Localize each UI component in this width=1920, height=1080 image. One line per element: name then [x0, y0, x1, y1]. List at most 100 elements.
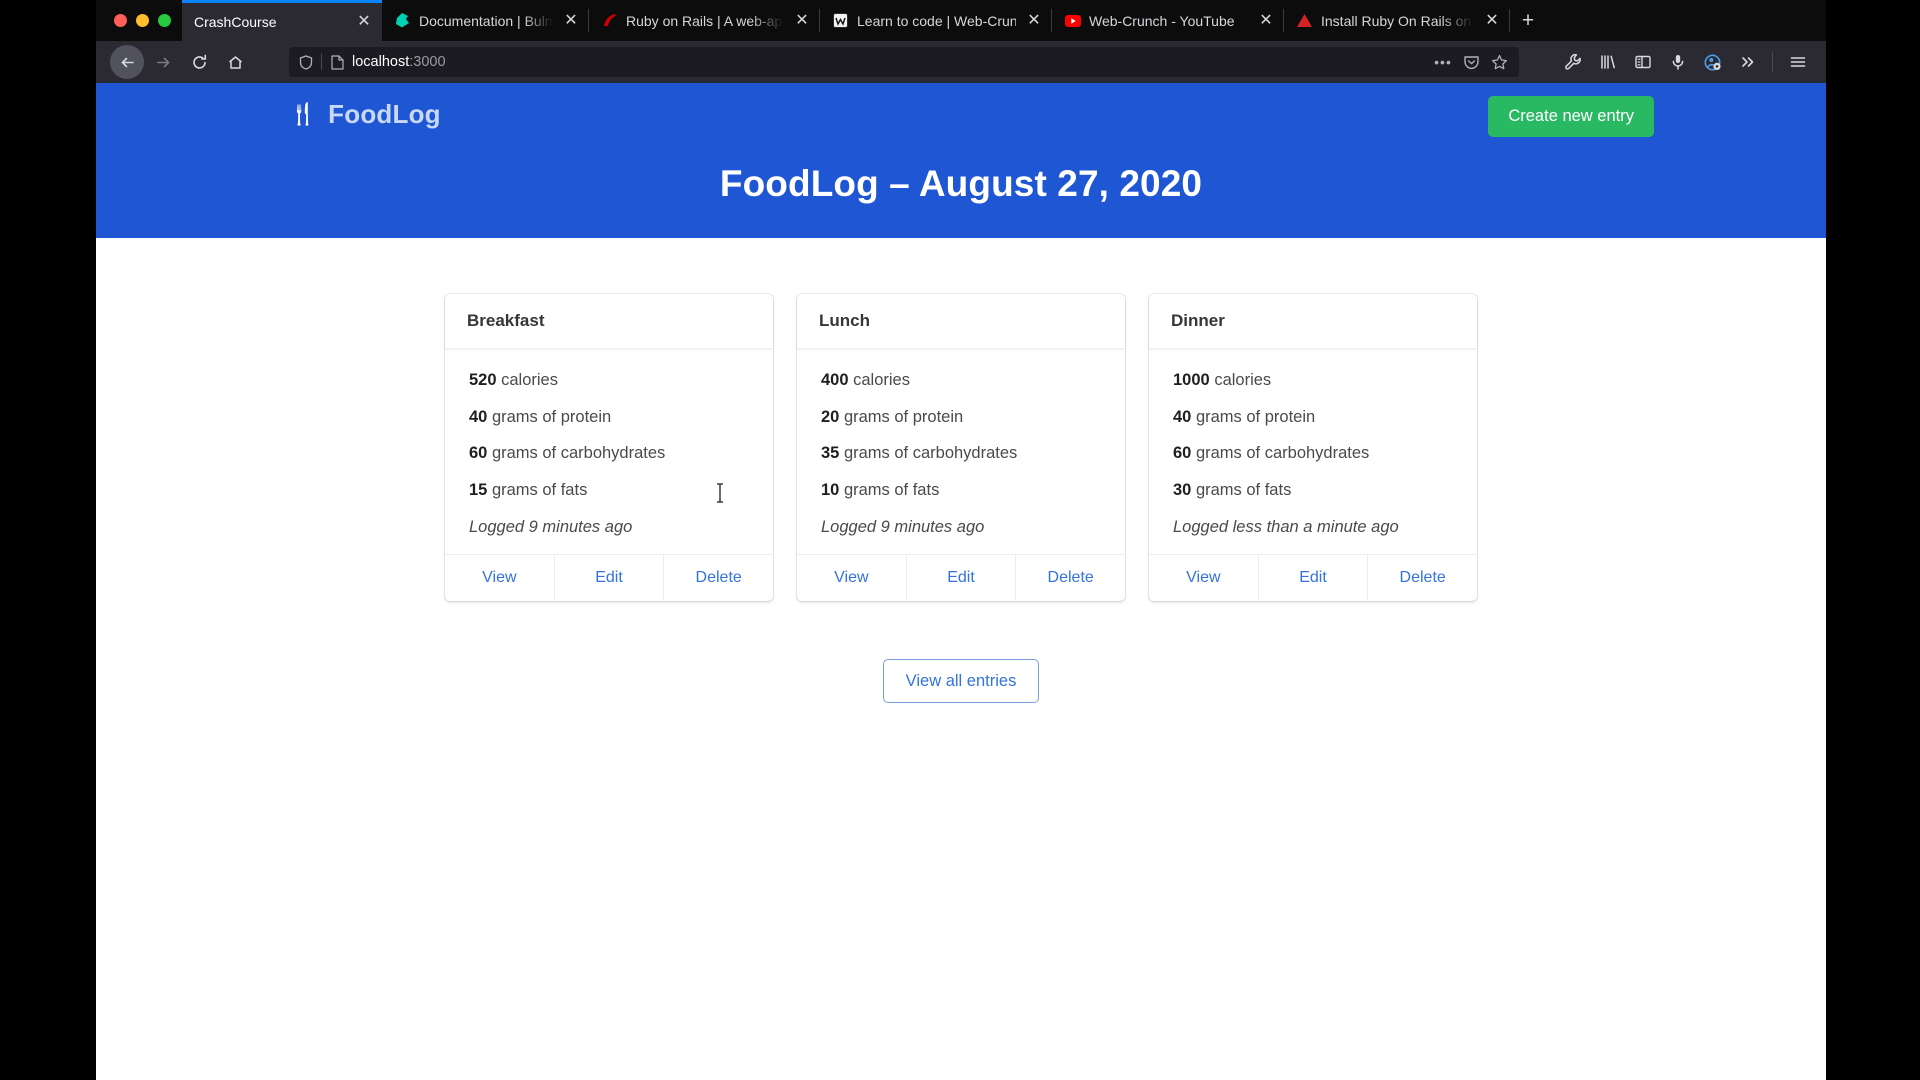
- medium-icon: [1296, 12, 1313, 29]
- edit-link[interactable]: Edit: [1259, 554, 1369, 601]
- view-link[interactable]: View: [1149, 554, 1259, 601]
- card-body: 1000 calories 40 grams of protein 60 gra…: [1149, 349, 1477, 554]
- calories-stat: 400 calories: [821, 371, 1101, 389]
- calories-label: calories: [1214, 371, 1272, 389]
- url-bar[interactable]: localhost:3000 •••: [289, 47, 1519, 77]
- calories-label: calories: [501, 371, 558, 389]
- url-text[interactable]: localhost:3000: [352, 54, 1425, 70]
- tab-crashcourse[interactable]: CrashCourse ✕: [182, 0, 382, 41]
- tab-close-icon[interactable]: ✕: [1024, 11, 1044, 31]
- fork-knife-icon: 🍴: [290, 102, 317, 126]
- card-footer: View Edit Delete: [445, 553, 773, 601]
- carbs-label: grams of carbohydrates: [491, 444, 666, 463]
- fats-stat: 10 grams of fats: [821, 481, 1101, 499]
- calories-stat: 1000 calories: [1173, 371, 1453, 389]
- tab-strip: CrashCourse ✕ Documentation | Bulma: Fre…: [96, 0, 1826, 41]
- fats-value: 30: [1173, 480, 1192, 499]
- card-body: 400 calories 20 grams of protein 35 gram…: [797, 349, 1125, 554]
- new-tab-button[interactable]: +: [1510, 0, 1546, 41]
- wrench-icon[interactable]: [1556, 45, 1589, 79]
- rails-icon: [601, 12, 618, 29]
- fats-value: 15: [469, 480, 488, 499]
- delete-link[interactable]: Delete: [664, 555, 773, 601]
- page-title: FoodLog – August 27, 2020: [719, 163, 1203, 204]
- create-new-entry-button[interactable]: Create new entry: [1488, 96, 1654, 137]
- carbs-stat: 35 grams of carbohydrates: [821, 444, 1101, 462]
- entry-card-dinner: Dinner 1000 calories 40 grams of protein…: [1149, 294, 1477, 601]
- url-bar-container: localhost:3000 •••: [254, 47, 1554, 77]
- delete-link[interactable]: Delete: [1368, 555, 1477, 601]
- calories-value: 400: [821, 371, 849, 389]
- tab-close-icon[interactable]: ✕: [354, 12, 374, 32]
- tab-close-icon[interactable]: ✕: [1482, 11, 1502, 31]
- shield-icon[interactable]: [297, 53, 315, 71]
- webcrunch-icon: [832, 12, 849, 29]
- forward-button[interactable]: [146, 45, 180, 79]
- bookmark-star-icon[interactable]: [1487, 50, 1511, 74]
- tab-bulma-documentation[interactable]: Documentation | Bulma: Free, o ✕: [382, 0, 589, 41]
- tab-title: Ruby on Rails | A web-applicat: [626, 12, 784, 29]
- calories-stat: 520 calories: [469, 371, 749, 389]
- edit-link[interactable]: Edit: [555, 554, 665, 601]
- tab-close-icon[interactable]: ✕: [561, 11, 581, 31]
- view-link[interactable]: View: [445, 554, 555, 601]
- window-maximize-button[interactable]: [158, 14, 171, 27]
- calories-value: 1000: [1173, 371, 1210, 389]
- sidebar-icon[interactable]: [1626, 45, 1659, 79]
- protein-stat: 40 grams of protein: [469, 408, 749, 426]
- tab-title: Web-Crunch - YouTube: [1089, 12, 1235, 29]
- protein-label: grams of protein: [1195, 407, 1316, 426]
- carbs-label: grams of carbohydrates: [1195, 444, 1370, 463]
- card-header: Breakfast: [445, 294, 773, 349]
- tab-close-icon[interactable]: ✕: [792, 11, 812, 31]
- delete-link[interactable]: Delete: [1016, 555, 1125, 601]
- hamburger-menu-icon[interactable]: [1781, 45, 1814, 79]
- tab-close-icon[interactable]: ✕: [1256, 11, 1276, 31]
- entry-card-breakfast: Breakfast 520 calories 40 grams of prote…: [445, 294, 773, 601]
- reload-button[interactable]: [182, 45, 216, 79]
- fats-label: grams of fats: [843, 480, 940, 499]
- carbs-stat: 60 grams of carbohydrates: [1173, 444, 1453, 462]
- view-link[interactable]: View: [797, 554, 907, 601]
- tab-ruby-on-rails[interactable]: Ruby on Rails | A web-applicat ✕: [589, 0, 820, 41]
- pocket-save-icon[interactable]: [1661, 45, 1694, 79]
- window-traffic-lights: [96, 0, 182, 41]
- brand-name: FoodLog: [328, 98, 441, 129]
- carbs-label: grams of carbohydrates: [843, 444, 1018, 463]
- card-title: Breakfast: [467, 311, 545, 330]
- card-footer: View Edit Delete: [1149, 553, 1477, 601]
- carbs-stat: 60 grams of carbohydrates: [469, 444, 749, 462]
- fats-stat: 30 grams of fats: [1173, 481, 1453, 499]
- overflow-chevrons-icon[interactable]: [1731, 45, 1764, 79]
- page-actions-more-icon[interactable]: •••: [1431, 50, 1455, 74]
- site-navbar: 🍴 FoodLog Create new entry: [96, 83, 1826, 145]
- page-viewport: 🍴 FoodLog Create new entry FoodLog – Aug…: [96, 83, 1826, 1080]
- edit-link[interactable]: Edit: [907, 554, 1017, 601]
- logged-timestamp: Logged 9 minutes ago: [821, 517, 985, 536]
- entry-cards-row: Breakfast 520 calories 40 grams of prote…: [96, 294, 1826, 601]
- back-button[interactable]: [110, 45, 144, 79]
- window-close-button[interactable]: [114, 14, 127, 27]
- navigation-toolbar: localhost:3000 •••: [96, 41, 1826, 83]
- card-title: Lunch: [819, 311, 870, 330]
- home-button[interactable]: [218, 45, 252, 79]
- fats-label: grams of fats: [1195, 480, 1292, 499]
- logged-timestamp: Logged less than a minute ago: [1173, 517, 1399, 536]
- view-all-entries-button[interactable]: View all entries: [882, 658, 1040, 704]
- brand[interactable]: 🍴 FoodLog: [290, 99, 441, 130]
- page-icon[interactable]: [328, 53, 346, 71]
- tab-title: Learn to code | Web-Crunch: [857, 12, 1016, 29]
- card-header: Dinner: [1149, 294, 1477, 349]
- tab-learn-to-code-webcrunch[interactable]: Learn to code | Web-Crunch ✕: [820, 0, 1052, 41]
- tab-install-ruby-on-rails-macos[interactable]: Install Ruby On Rails on macOS ✕: [1284, 0, 1510, 41]
- tab-webcrunch-youtube[interactable]: Web-Crunch - YouTube ✕: [1052, 0, 1284, 41]
- carbs-value: 35: [821, 444, 840, 463]
- url-host: localhost: [352, 54, 410, 70]
- calories-label: calories: [853, 371, 910, 389]
- library-icon[interactable]: [1591, 45, 1624, 79]
- container-account-icon[interactable]: [1696, 45, 1729, 79]
- pocket-icon[interactable]: [1459, 50, 1483, 74]
- window-minimize-button[interactable]: [136, 14, 149, 27]
- card-footer: View Edit Delete: [797, 553, 1125, 601]
- protein-value: 40: [1173, 407, 1192, 426]
